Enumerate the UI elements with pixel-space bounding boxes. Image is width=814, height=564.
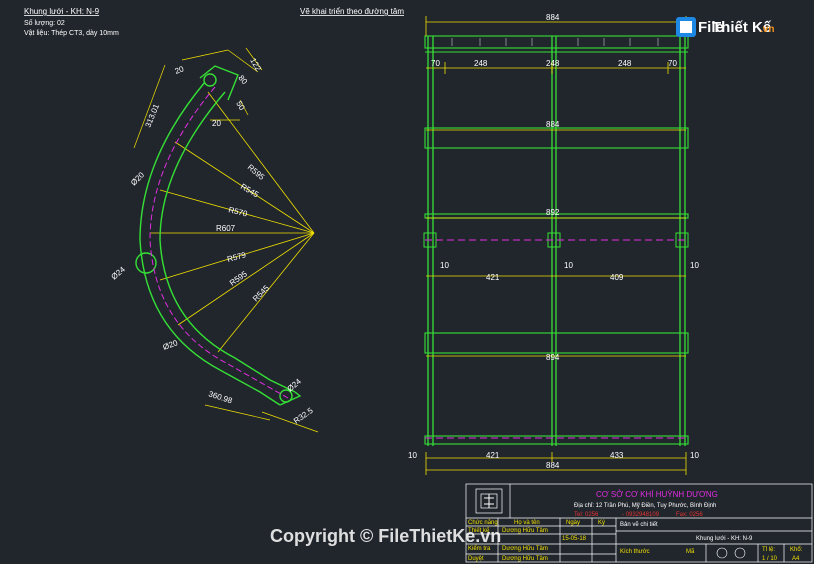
dim-seg-1: 70 [431,59,440,68]
logo-icon [680,21,692,33]
company-name: CƠ SỞ CƠ KHÍ HUỲNH DƯƠNG [596,490,718,499]
col-date: Ngày [566,520,580,526]
dim-right-10: 10 [690,261,699,270]
sizes-label: Kích thước [620,549,650,555]
dim-bottom-421: 421 [486,451,500,460]
radius-label-5: R579 [226,250,247,264]
row2-role: Kiểm tra [468,545,491,552]
row1-name: Dương Hữu Tâm [502,528,548,534]
title-block-logo [484,494,494,508]
flat-pattern-view: 884 70 248 248 248 70 884 892 10 421 10 … [408,13,699,475]
row3-name: Dương Hữu Tâm [502,556,548,562]
dim-mid-1: 884 [546,120,560,129]
radius-label-2: R545 [239,182,261,200]
drawing-type: Bản vẽ chi tiết [620,522,658,528]
dim-bottom-433: 433 [610,451,624,460]
dim-total-top: 884 [546,13,560,22]
company-fax: Fax: 0256 [676,512,703,518]
drawing-name: Khung lưới - KH: N-9 [696,536,753,542]
ratio-label: Tỉ lệ: [762,546,775,553]
dim-122: 122 [248,57,263,74]
drawing-title: Khung lưới - KH: N-9 [24,7,100,16]
dim-total-bottom: 884 [546,461,560,470]
copyright-watermark: Copyright © FileThietKe.vn [270,526,501,546]
dim-mid-10: 10 [564,261,573,270]
dia-20-low: Ø20 [162,338,180,352]
title-block: CƠ SỞ CƠ KHÍ HUỲNH DƯƠNG Địa chỉ: 12 Trầ… [465,483,813,563]
company-tel: Tel: 0256 [574,512,599,518]
col-name: Họ và tên [514,520,540,526]
projection-cone-icon [734,547,746,559]
dim-seg-3: 248 [546,59,560,68]
dim-mid-3: 894 [546,353,560,362]
radius-end: R32.5 [292,406,315,426]
dim-seg-2: 248 [474,59,488,68]
top-bar-ticks [451,38,659,46]
dim-mid-2: 892 [546,208,560,217]
curved-frame-view: 20 80 122 20 50 313.01 Ø20 Ø24 Ø20 360.9… [110,47,319,433]
dim-bottom-right-10: 10 [690,451,699,460]
dim-left-10: 10 [440,261,449,270]
radius-label-4: R607 [216,224,236,233]
radius-label-3: R570 [228,205,249,218]
dim-seg-4: 248 [618,59,632,68]
company-address: Địa chỉ: 12 Trần Phú, Mỹ Điền, Tuy Phước… [574,502,716,509]
projection-circle-icon [716,547,728,559]
radius-label-7: R545 [251,283,271,303]
dim-seg-5: 70 [668,59,677,68]
dim-bottom-left-10: 10 [408,451,417,460]
company-phone: - 0932948109 [622,512,660,518]
logo-domain: .vn [760,24,774,35]
sheet-value: A4 [792,556,800,562]
sheet-label: Khổ: [790,546,803,553]
row2-name: Dương Hữu Tâm [502,546,548,552]
arc-outline [135,65,302,406]
dim-409: 409 [610,273,624,282]
dim-50: 50 [234,100,247,113]
dia-20-top: Ø20 [129,170,146,187]
ratio-value: 1 / 10 [762,556,778,562]
material-label: Mã [686,549,695,555]
col-sign: Ký [598,520,605,526]
cad-drawing: Khung lưới - KH: N-9 Số lượng: 02 Vật li… [24,7,813,563]
row1-date: 15-05-18 [562,536,587,542]
quantity-text: Số lượng: 02 [24,18,65,27]
dim-421: 421 [486,273,500,282]
section-title: Vẽ khai triển theo đường tâm [300,7,404,16]
dim-360: 360.98 [207,389,234,405]
vertical-bars [427,36,686,446]
material-text: Vật liệu: Thép CT3, dày 10mm [24,30,119,37]
dim-20-top: 20 [174,64,186,76]
row3-role: Duyệt [468,556,484,562]
radius-label-6: R595 [228,269,249,288]
radius-lines [150,91,315,353]
dim-20-mid: 20 [212,119,221,128]
dia-24-left: Ø24 [110,265,128,282]
site-logo: File Thiết Kế .vn [676,17,774,37]
